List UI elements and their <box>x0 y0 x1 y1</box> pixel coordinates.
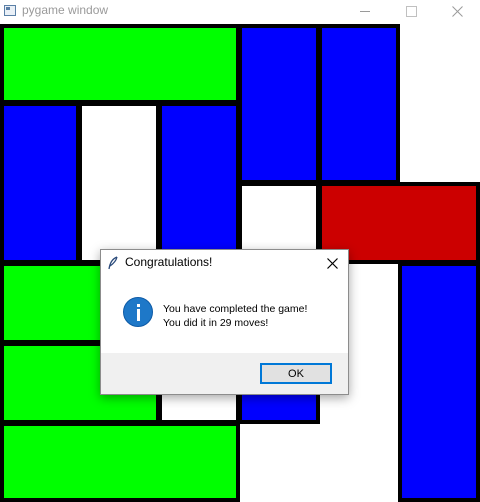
window-title: pygame window <box>22 3 109 17</box>
congratulations-dialog: Congratulations! You have completed the … <box>100 249 349 395</box>
minimize-button[interactable] <box>342 0 388 22</box>
blue-piece[interactable] <box>158 102 240 264</box>
blue-piece[interactable] <box>0 102 80 264</box>
blue-piece[interactable] <box>238 24 320 184</box>
close-icon <box>326 257 338 269</box>
dialog-message-line1: You have completed the game! <box>163 303 308 315</box>
maximize-button[interactable] <box>388 0 434 22</box>
dialog-close-button[interactable] <box>318 251 346 275</box>
feather-icon <box>108 256 118 270</box>
dialog-footer: OK <box>101 353 348 394</box>
minimize-icon <box>360 10 370 12</box>
blue-piece[interactable] <box>318 24 400 184</box>
ok-button[interactable]: OK <box>260 363 332 384</box>
dialog-titlebar: Congratulations! <box>101 250 348 276</box>
maximize-icon <box>405 5 417 17</box>
green-piece[interactable] <box>0 24 240 104</box>
window-titlebar: pygame window <box>0 0 480 22</box>
app-icon <box>4 5 16 16</box>
empty-cell <box>78 102 160 264</box>
info-icon <box>123 297 153 327</box>
close-window-button[interactable] <box>434 0 480 22</box>
close-icon <box>451 5 463 17</box>
dialog-message-line2: You did it in 29 moves! <box>163 317 269 329</box>
dialog-title: Congratulations! <box>125 255 213 269</box>
green-piece[interactable] <box>0 422 240 502</box>
blue-piece[interactable] <box>398 262 480 502</box>
dialog-message: You have completed the game! You did it … <box>163 302 307 330</box>
